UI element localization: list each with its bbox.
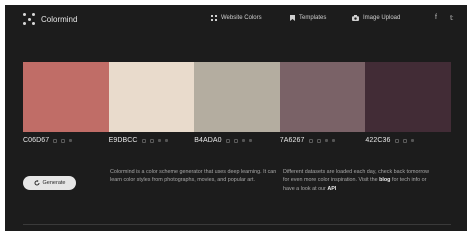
facebook-icon[interactable]: f xyxy=(435,14,437,21)
hex-code[interactable]: E9DBCC xyxy=(109,137,138,144)
brand-name: Colormind xyxy=(41,14,78,24)
arrow-left-icon[interactable] xyxy=(241,139,245,142)
grid-icon xyxy=(211,15,217,21)
refresh-icon xyxy=(34,180,40,186)
arrow-left-icon[interactable] xyxy=(157,139,161,142)
adjust-icon[interactable] xyxy=(316,138,321,143)
nav-website-colors[interactable]: Website Colors xyxy=(211,15,262,21)
hex-row: C06D67 E9DBCC B4ADA0 7A6267 422C36 xyxy=(23,137,451,144)
hex-code[interactable]: 7A6267 xyxy=(280,137,305,144)
lock-icon[interactable] xyxy=(308,138,313,143)
camera-icon xyxy=(352,15,359,21)
arrow-left-icon[interactable] xyxy=(410,139,414,142)
app-window: Colormind Website Colors Templates Image… xyxy=(5,5,467,231)
hex-code[interactable]: C06D67 xyxy=(23,137,49,144)
top-nav: Colormind Website Colors Templates Image… xyxy=(5,5,467,33)
adjust-icon[interactable] xyxy=(149,138,154,143)
arrow-right-icon[interactable] xyxy=(69,139,73,142)
hex-code[interactable]: B4ADA0 xyxy=(194,137,221,144)
adjust-icon[interactable] xyxy=(233,138,238,143)
swatch-1[interactable] xyxy=(23,62,109,132)
adjust-icon[interactable] xyxy=(61,138,66,143)
colormind-logo-icon xyxy=(23,13,35,25)
nav-templates-label: Templates xyxy=(299,15,327,21)
lock-icon[interactable] xyxy=(141,138,146,143)
arrow-right-icon[interactable] xyxy=(164,139,168,142)
hex-cell-4: 7A6267 xyxy=(280,137,366,144)
api-link[interactable]: API xyxy=(327,186,336,192)
nav-website-colors-label: Website Colors xyxy=(221,15,262,21)
divider xyxy=(23,224,451,225)
lock-icon[interactable] xyxy=(394,138,399,143)
hex-code[interactable]: 422C36 xyxy=(365,137,390,144)
arrow-right-icon[interactable] xyxy=(248,139,252,142)
arrow-left-icon[interactable] xyxy=(324,139,328,142)
adjust-icon[interactable] xyxy=(402,138,407,143)
bookmark-icon xyxy=(290,15,295,21)
hex-cell-3: B4ADA0 xyxy=(194,137,280,144)
hex-cell-2: E9DBCC xyxy=(109,137,195,144)
swatch-3[interactable] xyxy=(194,62,280,132)
color-palette xyxy=(23,62,451,132)
blog-link[interactable]: blog xyxy=(379,177,390,183)
about-text-content: Colormind is a color scheme generator th… xyxy=(110,169,277,184)
generate-button[interactable]: Generate xyxy=(23,176,76,190)
nav-image-upload-label: Image Upload xyxy=(363,15,401,21)
twitter-icon[interactable]: 𝕥 xyxy=(450,14,453,22)
hex-cell-5: 422C36 xyxy=(365,137,451,144)
swatch-2[interactable] xyxy=(108,62,195,132)
arrow-right-icon[interactable] xyxy=(331,139,335,142)
swatch-5[interactable] xyxy=(365,62,451,132)
generate-label: Generate xyxy=(42,180,66,186)
brand-logo[interactable]: Colormind xyxy=(23,13,77,25)
lock-icon[interactable] xyxy=(53,138,58,143)
about-text: Colormind is a color scheme generator th… xyxy=(110,168,280,185)
lock-icon[interactable] xyxy=(225,138,230,143)
hex-cell-1: C06D67 xyxy=(23,137,109,144)
nav-templates[interactable]: Templates xyxy=(290,15,326,21)
swatch-4[interactable] xyxy=(279,62,366,132)
nav-image-upload[interactable]: Image Upload xyxy=(352,15,400,21)
datasets-text: Different datasets are loaded each day, … xyxy=(283,168,435,193)
